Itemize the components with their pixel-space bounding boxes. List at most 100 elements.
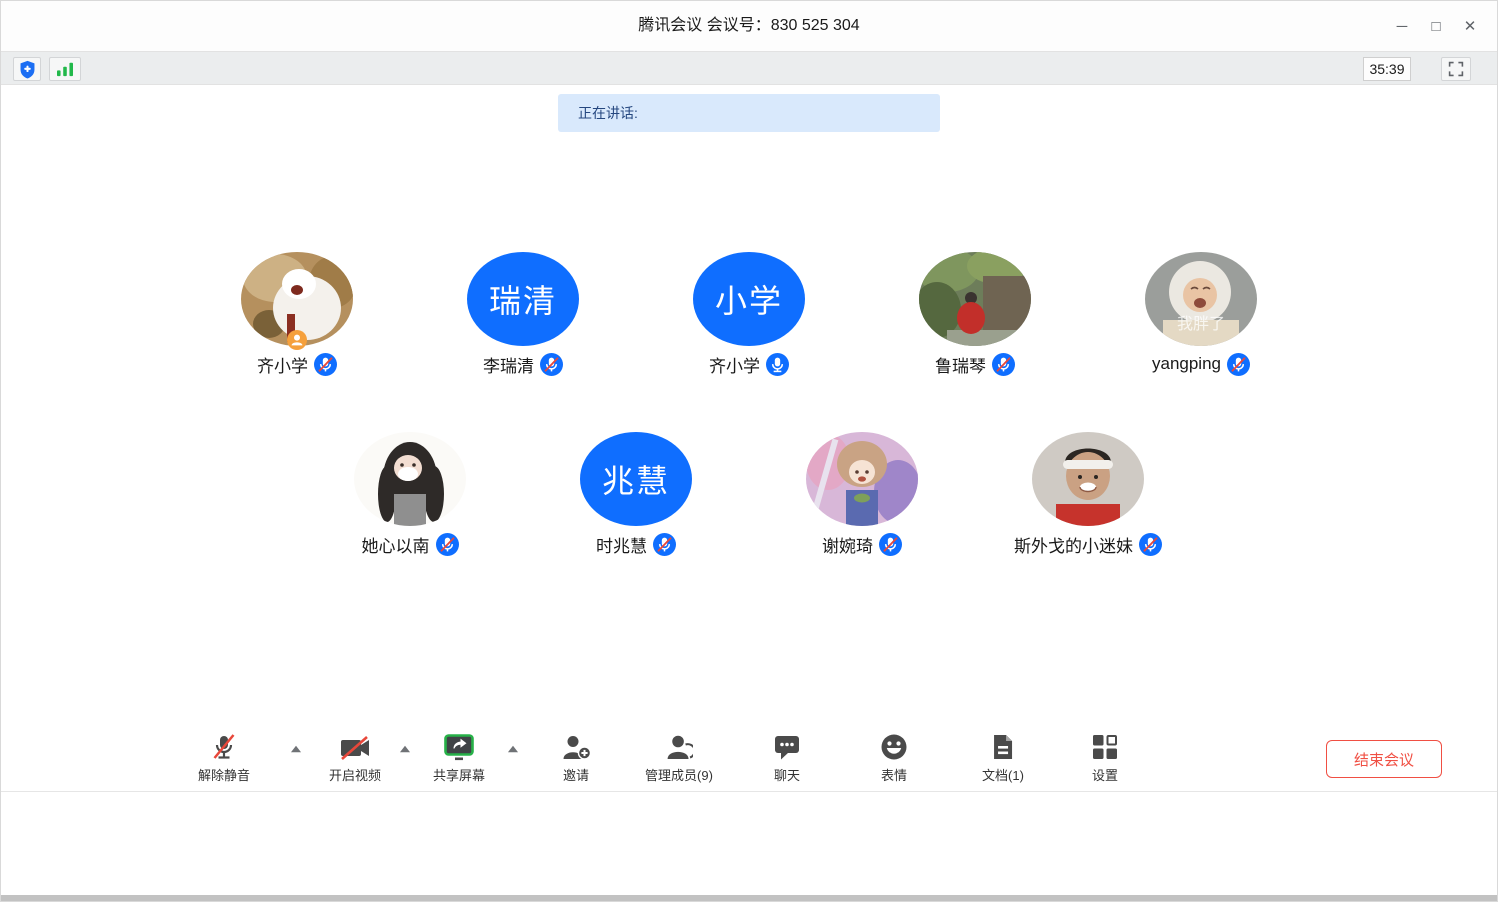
avatar-photo-headband-boy bbox=[1032, 432, 1144, 526]
participant-card[interactable]: 兆慧 时兆慧 bbox=[523, 432, 749, 556]
participant-name-row: 斯外戈的小迷妹 bbox=[1014, 532, 1162, 556]
avatar-initials: 瑞清 bbox=[467, 252, 579, 346]
participant-name-row: yangping bbox=[1152, 352, 1250, 376]
participant-name-row: 李瑞清 bbox=[483, 352, 563, 376]
fullscreen-corners-icon bbox=[1448, 61, 1464, 77]
mic-muted-icon[interactable] bbox=[314, 353, 337, 376]
host-badge-icon bbox=[287, 330, 307, 350]
share-options-caret-icon[interactable] bbox=[508, 745, 519, 753]
network-signal-button[interactable] bbox=[49, 57, 81, 81]
emoji-button[interactable]: 表情 bbox=[880, 731, 908, 784]
person-icon bbox=[665, 734, 693, 761]
window-bottom-edge bbox=[1, 895, 1497, 902]
docs-button[interactable]: 文档(1) bbox=[982, 731, 1024, 784]
mic-options-caret-icon[interactable] bbox=[291, 745, 302, 753]
mic-muted-icon[interactable] bbox=[992, 353, 1015, 376]
avatar-photo-garden bbox=[919, 252, 1031, 346]
avatar bbox=[1032, 432, 1144, 526]
start-video-button[interactable]: 开启视频 bbox=[329, 731, 381, 784]
mic-muted-icon[interactable] bbox=[540, 353, 563, 376]
avatar-photo-baby bbox=[1145, 252, 1257, 346]
participant-name-row: 谢婉琦 bbox=[822, 532, 902, 556]
participant-name-row: 齐小学 bbox=[257, 352, 337, 376]
person-add-icon bbox=[561, 734, 591, 761]
chat-bubble-icon bbox=[773, 734, 801, 761]
participant-name: 她心以南 bbox=[362, 532, 430, 557]
avatar bbox=[806, 432, 918, 526]
invite-label: 邀请 bbox=[563, 765, 589, 784]
avatar-photo-masked-girl bbox=[354, 432, 466, 526]
participant-name: 齐小学 bbox=[257, 352, 308, 377]
mic-muted-icon[interactable] bbox=[436, 533, 459, 556]
invite-button[interactable]: 邀请 bbox=[561, 731, 591, 784]
participant-card[interactable]: 谢婉琦 bbox=[749, 432, 975, 556]
meeting-window: 腾讯会议 会议号：830 525 304 ─ □ ✕ 35:39 正在讲话: bbox=[0, 0, 1498, 902]
mic-slash-icon bbox=[210, 733, 238, 761]
fullscreen-button[interactable] bbox=[1441, 57, 1471, 81]
manage-members-button[interactable]: 管理成员(9) bbox=[645, 731, 713, 784]
avatar bbox=[354, 432, 466, 526]
meeting-content: 正在讲话: 齐小学 瑞清 李瑞清 bbox=[1, 86, 1497, 791]
end-meeting-button[interactable]: 结束会议 bbox=[1326, 740, 1442, 778]
participant-row-2: 她心以南 兆慧 时兆慧 谢婉琦 bbox=[1, 432, 1497, 556]
participant-card[interactable]: 斯外戈的小迷妹 bbox=[975, 432, 1201, 556]
shield-plus-icon bbox=[19, 60, 36, 79]
settings-label: 设置 bbox=[1092, 765, 1118, 784]
minimize-icon[interactable]: ─ bbox=[1385, 9, 1419, 43]
avatar-initials: 小学 bbox=[693, 252, 805, 346]
mic-muted-icon[interactable] bbox=[1139, 533, 1162, 556]
maximize-icon[interactable]: □ bbox=[1419, 9, 1453, 43]
security-shield-button[interactable] bbox=[13, 57, 41, 81]
avatar bbox=[919, 252, 1031, 346]
start-video-label: 开启视频 bbox=[329, 765, 381, 784]
status-bar: 35:39 bbox=[1, 51, 1497, 85]
participant-name: 斯外戈的小迷妹 bbox=[1014, 532, 1133, 557]
participant-card[interactable]: 她心以南 bbox=[297, 432, 523, 556]
mic-muted-icon[interactable] bbox=[1227, 353, 1250, 376]
participant-card[interactable]: 齐小学 bbox=[184, 252, 410, 376]
participant-name: 李瑞清 bbox=[483, 352, 534, 377]
participant-name: 齐小学 bbox=[709, 352, 760, 377]
avatar: 小学 bbox=[693, 252, 805, 346]
footer-blank-area bbox=[1, 792, 1497, 895]
participant-card[interactable]: 瑞清 李瑞清 bbox=[410, 252, 636, 376]
participant-card[interactable]: 鲁瑞琴 bbox=[862, 252, 1088, 376]
avatar bbox=[241, 252, 353, 346]
share-screen-label: 共享屏幕 bbox=[433, 765, 485, 784]
mic-muted-icon[interactable] bbox=[879, 533, 902, 556]
control-toolbar: 解除静音 开启视频 共享屏幕 邀请 管理成员(9) 聊天 表情 bbox=[1, 727, 1497, 791]
participant-name-row: 鲁瑞琴 bbox=[935, 352, 1015, 376]
share-screen-button[interactable]: 共享屏幕 bbox=[433, 731, 485, 784]
participant-name: yangping bbox=[1152, 354, 1221, 374]
avatar: 我胖了 bbox=[1145, 252, 1257, 346]
participant-name-row: 齐小学 bbox=[709, 352, 789, 376]
settings-grid-icon bbox=[1091, 733, 1119, 761]
share-screen-icon bbox=[443, 734, 475, 761]
unmute-label: 解除静音 bbox=[198, 765, 250, 784]
video-options-caret-icon[interactable] bbox=[400, 745, 411, 753]
participant-name-row: 时兆慧 bbox=[596, 532, 676, 556]
participant-name: 谢婉琦 bbox=[822, 532, 873, 557]
participant-name-row: 她心以南 bbox=[362, 532, 459, 556]
emoji-label: 表情 bbox=[881, 765, 907, 784]
document-icon bbox=[991, 733, 1015, 761]
chat-label: 聊天 bbox=[774, 765, 800, 784]
participant-card[interactable]: 小学 齐小学 bbox=[636, 252, 862, 376]
participant-name: 鲁瑞琴 bbox=[935, 352, 986, 377]
camera-slash-icon bbox=[340, 735, 370, 761]
window-controls: ─ □ ✕ bbox=[1385, 1, 1487, 51]
chat-button[interactable]: 聊天 bbox=[773, 731, 801, 784]
avatar-photo-anime-girl bbox=[806, 432, 918, 526]
unmute-button[interactable]: 解除静音 bbox=[198, 731, 250, 784]
close-icon[interactable]: ✕ bbox=[1453, 9, 1487, 43]
signal-bars-icon bbox=[55, 61, 75, 77]
participant-card[interactable]: 我胖了 yangping bbox=[1088, 252, 1314, 376]
mic-on-icon[interactable] bbox=[766, 353, 789, 376]
participant-name: 时兆慧 bbox=[596, 532, 647, 557]
settings-button[interactable]: 设置 bbox=[1091, 731, 1119, 784]
avatar: 兆慧 bbox=[580, 432, 692, 526]
avatar: 瑞清 bbox=[467, 252, 579, 346]
smiley-face-icon bbox=[880, 733, 908, 761]
mic-muted-icon[interactable] bbox=[653, 533, 676, 556]
docs-label: 文档(1) bbox=[982, 765, 1024, 784]
